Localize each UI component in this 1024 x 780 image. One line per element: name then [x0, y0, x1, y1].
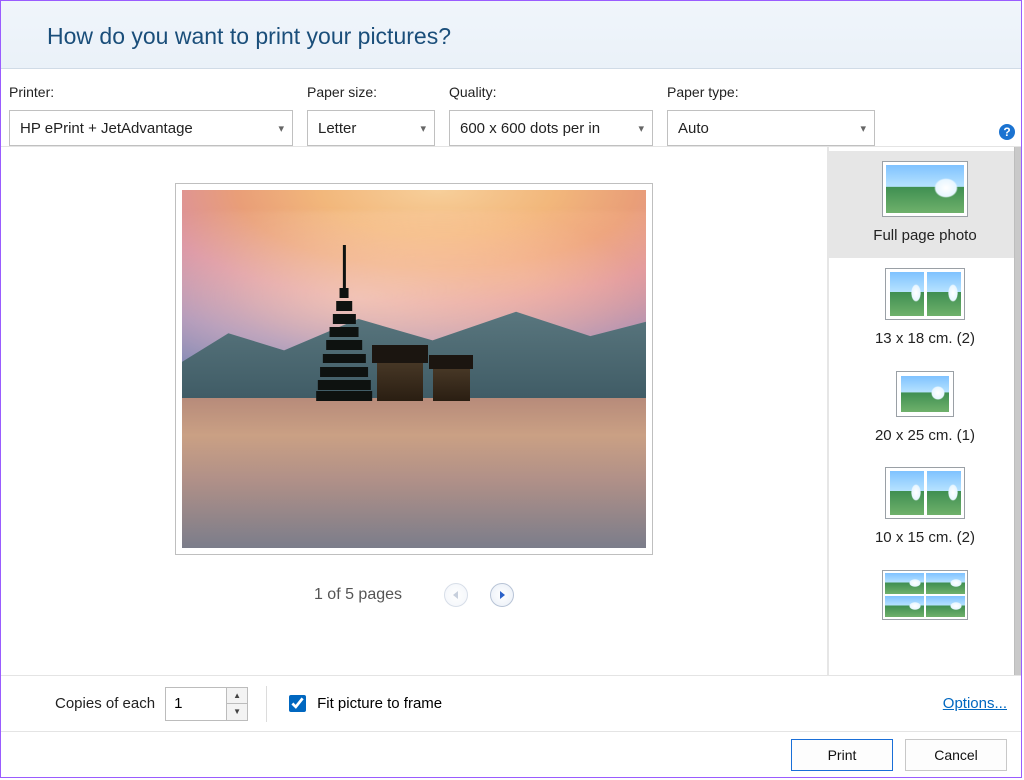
- pager: 1 of 5 pages: [314, 583, 514, 607]
- layout-item-full-page[interactable]: Full page photo: [829, 151, 1021, 258]
- chevron-down-icon: ▾: [860, 122, 866, 135]
- print-settings-toolbar: Printer: HP ePrint + JetAdvantage ▾ Pape…: [1, 69, 1021, 147]
- copies-label: Copies of each: [55, 695, 155, 712]
- print-button[interactable]: Print: [791, 739, 893, 771]
- chevron-down-icon: ▾: [420, 122, 426, 135]
- layout-label: Full page photo: [873, 227, 976, 246]
- print-pictures-dialog: How do you want to print your pictures? …: [0, 0, 1022, 778]
- layout-item-10x15[interactable]: 10 x 15 cm. (2): [829, 457, 1021, 560]
- triangle-left-icon: [451, 590, 461, 600]
- copies-down-button[interactable]: ▼: [227, 704, 247, 720]
- paper-type-value: Auto: [678, 120, 709, 137]
- layout-thumb: [882, 570, 968, 620]
- copies-input[interactable]: [166, 688, 226, 720]
- printer-value: HP ePrint + JetAdvantage: [20, 120, 193, 137]
- quality-select[interactable]: 600 x 600 dots per in ▾: [449, 110, 653, 146]
- layout-item-20x25[interactable]: 20 x 25 cm. (1): [829, 361, 1021, 458]
- layout-label: 10 x 15 cm. (2): [875, 529, 975, 548]
- layout-thumb: [885, 268, 965, 320]
- chevron-down-icon: ▾: [278, 122, 284, 135]
- copies-spinner[interactable]: ▲ ▼: [165, 687, 248, 721]
- preview-frame: [175, 183, 653, 555]
- paper-type-label: Paper type:: [667, 84, 875, 100]
- preview-photo: [182, 190, 646, 548]
- fit-checkbox[interactable]: [289, 695, 306, 712]
- divider: [266, 686, 267, 722]
- paper-size-label: Paper size:: [307, 84, 435, 100]
- next-page-button[interactable]: [490, 583, 514, 607]
- fit-picture-option[interactable]: Fit picture to frame: [285, 692, 442, 715]
- paper-size-select[interactable]: Letter ▾: [307, 110, 435, 146]
- layout-label: 13 x 18 cm. (2): [875, 330, 975, 349]
- layout-item-grid[interactable]: [829, 560, 1021, 632]
- paper-size-value: Letter: [318, 120, 356, 137]
- chevron-down-icon: ▾: [638, 122, 644, 135]
- dialog-title: How do you want to print your pictures?: [1, 1, 1021, 69]
- quality-value: 600 x 600 dots per in: [460, 120, 600, 137]
- fit-label: Fit picture to frame: [317, 695, 442, 712]
- layout-thumb: [896, 371, 954, 417]
- prev-page-button[interactable]: [444, 583, 468, 607]
- cancel-button[interactable]: Cancel: [905, 739, 1007, 771]
- printer-label: Printer:: [9, 84, 293, 100]
- pager-text: 1 of 5 pages: [314, 586, 402, 604]
- dialog-footer: Print Cancel: [1, 731, 1021, 777]
- layout-list[interactable]: Full page photo 13 x 18 cm. (2) 20 x 25 …: [829, 147, 1021, 675]
- help-icon[interactable]: ?: [999, 124, 1015, 140]
- copies-up-button[interactable]: ▲: [227, 688, 247, 704]
- printer-select[interactable]: HP ePrint + JetAdvantage ▾: [9, 110, 293, 146]
- triangle-right-icon: [497, 590, 507, 600]
- options-link[interactable]: Options...: [943, 695, 1007, 712]
- layout-label: 20 x 25 cm. (1): [875, 427, 975, 446]
- paper-type-select[interactable]: Auto ▾: [667, 110, 875, 146]
- dialog-body: 1 of 5 pages Full page photo 13 x 18 cm.…: [1, 147, 1021, 675]
- layout-item-13x18[interactable]: 13 x 18 cm. (2): [829, 258, 1021, 361]
- layout-thumb: [885, 467, 965, 519]
- quality-label: Quality:: [449, 84, 653, 100]
- preview-pane: 1 of 5 pages: [1, 147, 829, 675]
- bottom-bar: Copies of each ▲ ▼ Fit picture to frame …: [1, 675, 1021, 731]
- layout-thumb: [882, 161, 968, 217]
